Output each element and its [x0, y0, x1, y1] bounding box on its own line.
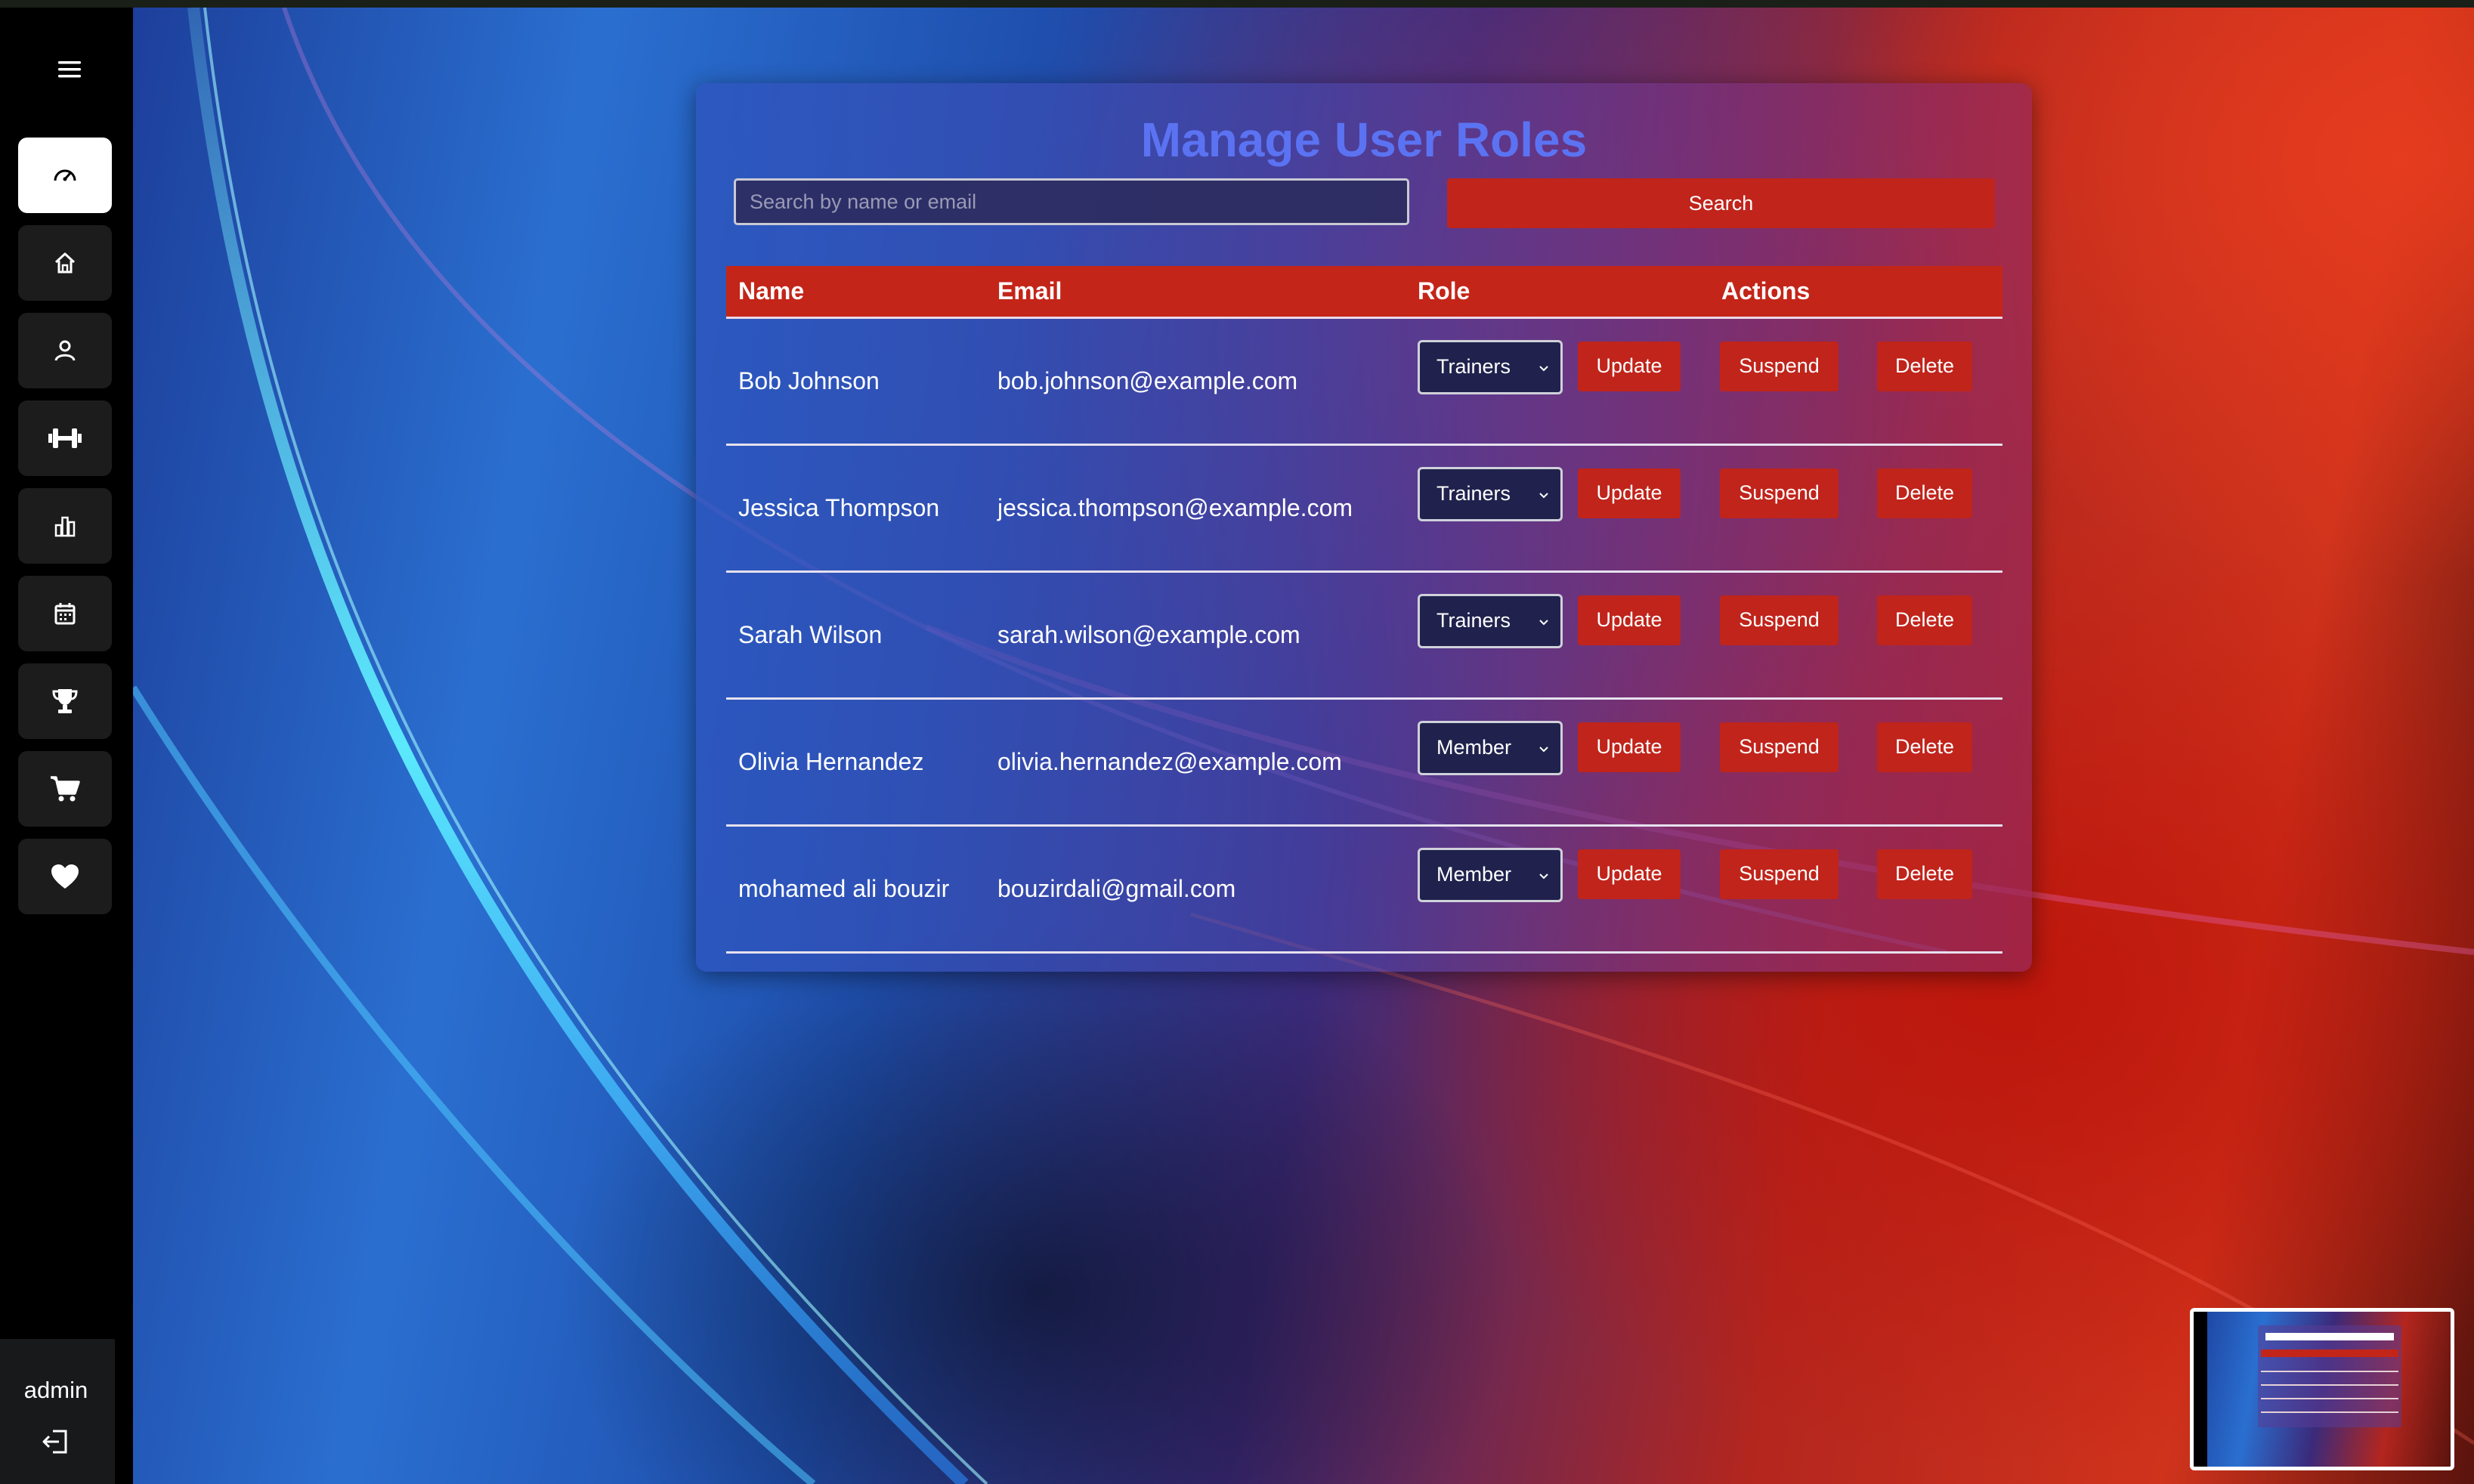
update-button[interactable]: Update [1578, 341, 1681, 391]
role-select-value: Member [1436, 863, 1512, 886]
sidebar-item-favorites[interactable] [18, 839, 112, 914]
preview-sidebar [2194, 1312, 2207, 1467]
users-table: Name Email Role Actions Bob Johnson bob.… [726, 266, 2002, 954]
role-select[interactable]: Trainers [1418, 466, 1563, 521]
role-select-value: Trainers [1436, 609, 1511, 632]
suspend-button[interactable]: Suspend [1720, 468, 1838, 518]
role-select[interactable]: Member [1418, 847, 1563, 902]
chevron-down-icon [1536, 611, 1551, 635]
delete-button[interactable]: Delete [1877, 722, 1972, 772]
user-name-cell: mohamed ali bouzir [726, 825, 985, 954]
heart-icon [50, 863, 80, 890]
user-email-cell: sarah.wilson@example.com [985, 571, 1406, 700]
delete-button[interactable]: Delete [1877, 468, 1972, 518]
bar-chart-icon [52, 513, 78, 539]
preview-search-bar [2265, 1333, 2394, 1340]
user-email-cell: bouzirdali@gmail.com [985, 825, 1406, 954]
window-top-strip [0, 0, 2474, 8]
preview-table-row [2261, 1411, 2398, 1413]
table-row: Jessica Thompson jessica.thompson@exampl… [726, 444, 2002, 573]
delete-button[interactable]: Delete [1877, 849, 1972, 899]
role-actions-cell: Member Update Suspend Delete [1406, 825, 2002, 954]
role-select[interactable]: Member [1418, 720, 1563, 775]
search-input[interactable] [734, 178, 1409, 225]
home-icon [52, 250, 78, 276]
update-button[interactable]: Update [1578, 722, 1681, 772]
table-row: Sarah Wilson sarah.wilson@example.com Tr… [726, 571, 2002, 700]
chevron-down-icon [1536, 738, 1551, 762]
logout-icon [41, 1427, 71, 1461]
sidebar-item-shop[interactable] [18, 751, 112, 827]
user-email-cell: jessica.thompson@example.com [985, 444, 1406, 573]
shopping-cart-icon [49, 774, 81, 803]
suspend-button[interactable]: Suspend [1720, 595, 1838, 645]
calendar-icon [52, 601, 78, 626]
column-header-name: Name [726, 266, 985, 319]
sidebar-item-workouts[interactable] [18, 400, 112, 476]
column-header-role: Role [1418, 277, 1470, 305]
sidebar-item-user[interactable] [18, 313, 112, 388]
column-header-actions: Actions [1721, 277, 1811, 305]
sidebar-item-calendar[interactable] [18, 576, 112, 651]
trophy-icon [50, 686, 80, 716]
page-title: Manage User Roles [1140, 113, 1588, 167]
user-panel: admin [0, 1339, 115, 1484]
table-row: Bob Johnson bob.johnson@example.com Trai… [726, 317, 2002, 446]
user-name-cell: Olivia Hernandez [726, 698, 985, 827]
preview-card [2258, 1325, 2401, 1427]
chevron-down-icon [1536, 484, 1551, 508]
column-header-email: Email [985, 266, 1406, 319]
chevron-down-icon [1536, 865, 1551, 889]
preview-table-row [2261, 1384, 2398, 1386]
delete-button[interactable]: Delete [1877, 595, 1972, 645]
dashboard-gauge-icon [52, 162, 78, 188]
sidebar: admin [0, 8, 133, 1484]
username-label: admin [23, 1377, 88, 1403]
role-select-value: Member [1436, 736, 1512, 759]
user-name-cell: Bob Johnson [726, 317, 985, 446]
chevron-down-icon [1536, 357, 1551, 381]
preview-table-row [2261, 1398, 2398, 1399]
preview-table-row [2261, 1371, 2398, 1372]
role-select[interactable]: Trainers [1418, 339, 1563, 394]
user-email-cell: bob.johnson@example.com [985, 317, 1406, 446]
role-select-value: Trainers [1436, 482, 1511, 505]
hamburger-menu-icon[interactable] [54, 54, 85, 85]
suspend-button[interactable]: Suspend [1720, 341, 1838, 391]
table-header-row: Name Email Role Actions [726, 266, 2002, 319]
update-button[interactable]: Update [1578, 595, 1681, 645]
role-actions-cell: Trainers Update Suspend Delete [1406, 444, 2002, 573]
manage-roles-panel: Manage User Roles Search Name Email Role… [696, 83, 2032, 972]
dumbbell-icon [47, 425, 83, 451]
sidebar-item-stats[interactable] [18, 488, 112, 564]
table-row: mohamed ali bouzir bouzirdali@gmail.com … [726, 825, 2002, 954]
sidebar-item-achievements[interactable] [18, 663, 112, 739]
suspend-button[interactable]: Suspend [1720, 849, 1838, 899]
column-header-role-actions: Role Actions [1406, 266, 2002, 319]
logout-button[interactable] [38, 1425, 74, 1461]
role-actions-cell: Trainers Update Suspend Delete [1406, 317, 2002, 446]
user-name-cell: Jessica Thompson [726, 444, 985, 573]
suspend-button[interactable]: Suspend [1720, 722, 1838, 772]
delete-button[interactable]: Delete [1877, 341, 1972, 391]
sidebar-item-home[interactable] [18, 225, 112, 301]
user-name-cell: Sarah Wilson [726, 571, 985, 700]
update-button[interactable]: Update [1578, 849, 1681, 899]
table-row: Olivia Hernandez olivia.hernandez@exampl… [726, 698, 2002, 827]
role-actions-cell: Trainers Update Suspend Delete [1406, 571, 2002, 700]
user-icon [52, 338, 78, 363]
preview-table-header [2261, 1350, 2398, 1357]
screenshot-preview-thumbnail[interactable] [2190, 1308, 2454, 1470]
sidebar-item-dashboard[interactable] [18, 138, 112, 213]
role-select-value: Trainers [1436, 355, 1511, 378]
role-select[interactable]: Trainers [1418, 593, 1563, 648]
update-button[interactable]: Update [1578, 468, 1681, 518]
user-email-cell: olivia.hernandez@example.com [985, 698, 1406, 827]
search-button[interactable]: Search [1447, 178, 1995, 228]
role-actions-cell: Member Update Suspend Delete [1406, 698, 2002, 827]
